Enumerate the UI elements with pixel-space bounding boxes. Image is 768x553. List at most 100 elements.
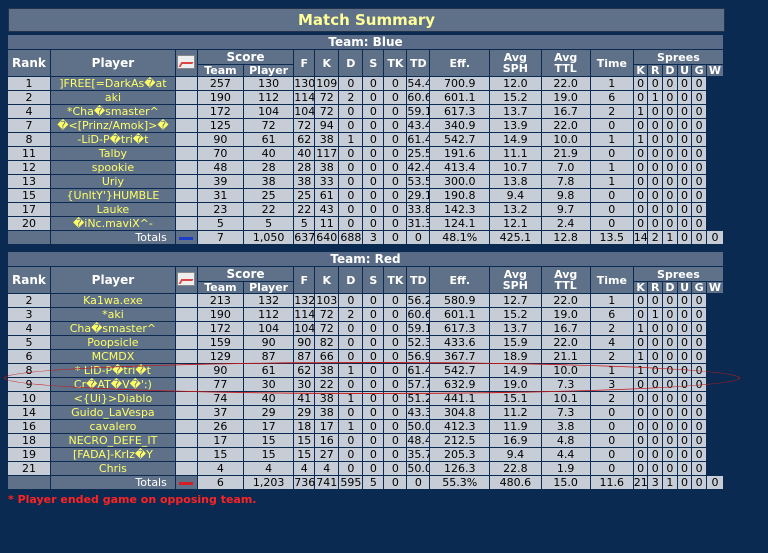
table-row[interactable]: 4*Cha�smaster^1721041047200059.1%617.313… <box>8 105 723 118</box>
f-header[interactable]: F <box>294 267 315 293</box>
player-name-cell[interactable]: [FADA]-KrIz�Y <box>50 448 175 461</box>
table-row[interactable]: 9Cr�AT�V�':)7730302200057.7%632.919.07.3… <box>8 378 723 391</box>
stat-cell: 3 <box>590 378 633 391</box>
table-row[interactable]: 8* LiD-P�tri�t9061623810061.4%542.714.91… <box>8 364 723 377</box>
spree-sk-header[interactable]: K <box>633 282 648 293</box>
player-name-cell[interactable]: spookie <box>50 161 175 174</box>
table-row[interactable]: 19[FADA]-KrIz�Y1515152700035.7%205.39.44… <box>8 448 723 461</box>
player-name-cell[interactable]: *aki <box>50 308 175 321</box>
d-header[interactable]: D <box>339 50 363 76</box>
table-row[interactable]: 16cavalero2617181710050.0%412.311.93.800… <box>8 420 723 433</box>
table-row[interactable]: 12spookie4828283800042.4%413.410.77.0100… <box>8 161 723 174</box>
player-name-cell[interactable]: Ka1wa.exe <box>50 294 175 307</box>
spree-sr-header[interactable]: R <box>648 282 663 293</box>
player-name-cell[interactable]: * LiD-P�tri�t <box>50 364 175 377</box>
spree-su-header[interactable]: U <box>677 65 692 76</box>
stat-cell: 0 <box>384 336 407 349</box>
table-row[interactable]: 8-LiD-P�tri�t9061623810061.4%542.714.910… <box>8 133 723 146</box>
totals-cell: 3 <box>363 231 384 244</box>
table-row[interactable]: 14Guido_LaVespa3729293800043.3%304.811.2… <box>8 406 723 419</box>
table-row[interactable]: 17Lauke2322224300033.8%142.313.29.700000… <box>8 203 723 216</box>
table-row[interactable]: 6MCMDX12987876600056.9%367.718.921.12100… <box>8 350 723 363</box>
table-row[interactable]: 10<{Ui}>Diablo7440413810051.2%441.115.11… <box>8 392 723 405</box>
player-name-cell[interactable]: aki <box>50 91 175 104</box>
table-row[interactable]: 5Poopsicle15990908200052.3%433.615.922.0… <box>8 336 723 349</box>
table-row[interactable]: 7�<[Prinz/Amok]>�12572729400043.4%340.91… <box>8 119 723 132</box>
table-row[interactable]: 13Uriy3938383300053.5%300.013.87.8100000 <box>8 175 723 188</box>
k-header[interactable]: K <box>315 50 339 76</box>
player-name-cell[interactable]: NECRO_DEFE_IT <box>50 434 175 447</box>
spree-sd-header[interactable]: D <box>663 282 677 293</box>
spree-sg-header[interactable]: G <box>692 65 706 76</box>
score-header[interactable]: Score <box>197 50 294 64</box>
table-row[interactable]: 21Chris444400050.0%126.322.81.9000000 <box>8 462 723 475</box>
td-header[interactable]: TD <box>407 267 430 293</box>
table-row[interactable]: 3*aki1901121147220060.6%601.115.219.0601… <box>8 308 723 321</box>
table-row[interactable]: 18NECRO_DEFE_IT1715151600048.4%212.516.9… <box>8 434 723 447</box>
spree-sg-header[interactable]: G <box>692 282 706 293</box>
score-team-header[interactable]: Team <box>197 65 243 76</box>
sprees-header[interactable]: Sprees <box>633 267 723 281</box>
player-name-cell[interactable]: *Cha�smaster^ <box>50 105 175 118</box>
s-header[interactable]: S <box>363 50 384 76</box>
avg-ttl-header[interactable]: Avg TTL <box>541 50 590 76</box>
table-row[interactable]: 4Cha�smaster^1721041047200059.1%617.313.… <box>8 322 723 335</box>
table-row[interactable]: 20�iNc.maviX^-5551100031.3%124.112.12.40… <box>8 217 723 230</box>
score-player-header[interactable]: Player <box>243 65 294 76</box>
table-row[interactable]: 11Talby70404011700025.5%191.611.121.9000… <box>8 147 723 160</box>
graph-icon-header[interactable] <box>175 50 197 76</box>
player-name-cell[interactable]: Cr�AT�V�':) <box>50 378 175 391</box>
avg-sph-header[interactable]: Avg SPH <box>490 267 541 293</box>
spree-sw-header[interactable]: W <box>707 282 723 293</box>
spree-sk-header[interactable]: K <box>633 65 648 76</box>
player-name-cell[interactable]: cavalero <box>50 420 175 433</box>
graph-icon[interactable] <box>177 272 196 286</box>
player-name-cell[interactable]: <{Ui}>Diablo <box>50 392 175 405</box>
time-header[interactable]: Time <box>590 50 633 76</box>
table-row[interactable]: 1]FREE[=DarkAs�at25713013010900054.4%700… <box>8 77 723 90</box>
spree-sd-header[interactable]: D <box>663 65 677 76</box>
table-row[interactable]: 15{UnItY'}HUMBLE3125256100029.1%190.89.4… <box>8 189 723 202</box>
score-player-header[interactable]: Player <box>243 282 294 293</box>
table-row[interactable]: 2aki1901121147220060.6%601.115.219.06010… <box>8 91 723 104</box>
avg-ttl-header[interactable]: Avg TTL <box>541 267 590 293</box>
table-row[interactable]: 2Ka1wa.exe21313213210300056.2%580.912.72… <box>8 294 723 307</box>
eff-header[interactable]: Eff. <box>430 267 490 293</box>
sprees-header[interactable]: Sprees <box>633 50 723 64</box>
spree-sw-header[interactable]: W <box>707 65 723 76</box>
rank-header[interactable]: Rank <box>8 50 50 76</box>
player-header[interactable]: Player <box>50 50 175 76</box>
rank-header[interactable]: Rank <box>8 267 50 293</box>
player-name-cell[interactable]: MCMDX <box>50 350 175 363</box>
time-header[interactable]: Time <box>590 267 633 293</box>
player-name-cell[interactable]: �<[Prinz/Amok]>� <box>50 119 175 132</box>
tk-header[interactable]: TK <box>384 50 407 76</box>
player-header[interactable]: Player <box>50 267 175 293</box>
score-team-header[interactable]: Team <box>197 282 243 293</box>
spree-su-header[interactable]: U <box>677 282 692 293</box>
player-name-cell[interactable]: Lauke <box>50 203 175 216</box>
avg-sph-header[interactable]: Avg SPH <box>490 50 541 76</box>
player-name-cell[interactable]: {UnItY'}HUMBLE <box>50 189 175 202</box>
graph-icon[interactable] <box>177 55 196 69</box>
player-name-cell[interactable]: Uriy <box>50 175 175 188</box>
stat-cell: 0 <box>363 189 384 202</box>
eff-header[interactable]: Eff. <box>430 50 490 76</box>
player-name-cell[interactable]: -LiD-P�tri�t <box>50 133 175 146</box>
td-header[interactable]: TD <box>407 50 430 76</box>
player-name-cell[interactable]: Poopsicle <box>50 336 175 349</box>
graph-icon-header[interactable] <box>175 267 197 293</box>
d-header[interactable]: D <box>339 267 363 293</box>
score-header[interactable]: Score <box>197 267 294 281</box>
spree-sr-header[interactable]: R <box>648 65 663 76</box>
player-name-cell[interactable]: �iNc.maviX^- <box>50 217 175 230</box>
s-header[interactable]: S <box>363 267 384 293</box>
k-header[interactable]: K <box>315 267 339 293</box>
f-header[interactable]: F <box>294 50 315 76</box>
player-name-cell[interactable]: Guido_LaVespa <box>50 406 175 419</box>
player-name-cell[interactable]: Cha�smaster^ <box>50 322 175 335</box>
player-name-cell[interactable]: Chris <box>50 462 175 475</box>
tk-header[interactable]: TK <box>384 267 407 293</box>
player-name-cell[interactable]: ]FREE[=DarkAs�at <box>50 77 175 90</box>
player-name-cell[interactable]: Talby <box>50 147 175 160</box>
